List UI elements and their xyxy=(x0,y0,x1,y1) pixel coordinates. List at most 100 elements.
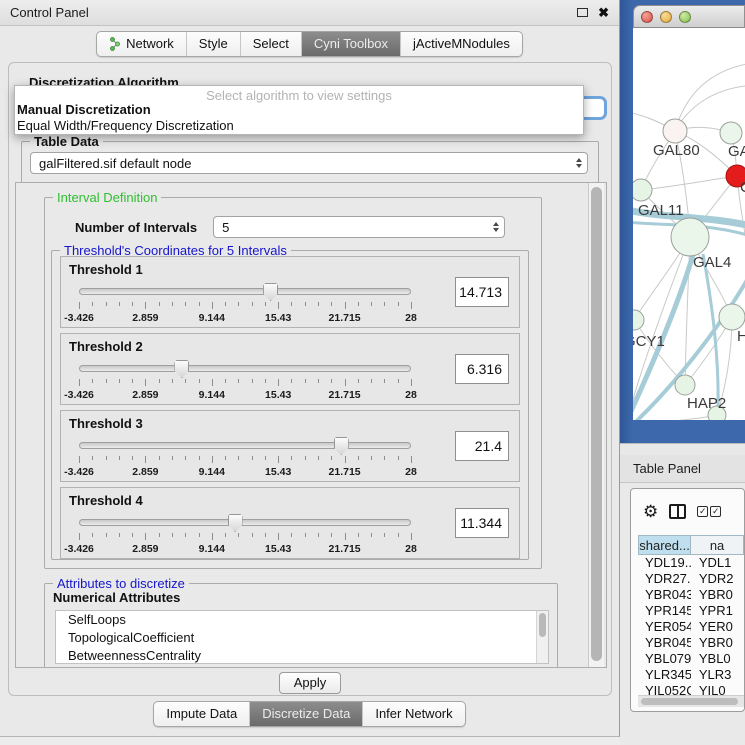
threshold-slider[interactable]: -3.4262.8599.14415.4321.71528 xyxy=(79,439,411,481)
cell-name[interactable]: YBL0 xyxy=(691,651,744,667)
top-tab-style[interactable]: Style xyxy=(186,32,240,56)
attribute-list-item[interactable]: SelfLoops xyxy=(56,611,548,629)
cell-shared-name[interactable]: YPR145W xyxy=(638,603,691,619)
column-header-shared-name[interactable]: shared... xyxy=(638,535,691,555)
table-row[interactable]: YDL19...YDL1 xyxy=(638,555,744,571)
cell-shared-name[interactable]: YBR045C xyxy=(638,635,691,651)
table-row[interactable]: YDR27...YDR2 xyxy=(638,571,744,587)
slider-tick xyxy=(238,533,239,537)
slider-tick xyxy=(331,379,332,383)
apply-button[interactable]: Apply xyxy=(279,672,341,694)
network-canvas[interactable]: GAL80GACGAL11GAL4GCY1HHAP2 xyxy=(633,28,745,420)
network-node[interactable] xyxy=(633,179,652,201)
threshold-value-field[interactable]: 21.4 xyxy=(455,431,509,461)
slider-tick xyxy=(92,456,93,460)
cell-shared-name[interactable]: YBL079W xyxy=(638,651,691,667)
viewport-vertical-scrollbar[interactable] xyxy=(588,183,604,667)
cell-name[interactable]: YLR3 xyxy=(691,667,744,683)
cell-shared-name[interactable]: YER054C xyxy=(638,619,691,635)
table-row[interactable]: YPR145WYPR1 xyxy=(638,603,744,619)
slider-tick-label: -3.426 xyxy=(64,389,94,401)
slider-tick xyxy=(79,456,80,463)
checkbox-icon[interactable]: ✓ xyxy=(710,506,721,517)
top-tab-network[interactable]: Network xyxy=(97,32,186,56)
cell-shared-name[interactable]: YLR345W xyxy=(638,667,691,683)
cell-shared-name[interactable]: YDR27... xyxy=(638,571,691,587)
column-header-name[interactable]: na xyxy=(691,535,744,555)
number-of-intervals-combobox[interactable]: 5 xyxy=(213,216,505,238)
table-row[interactable]: YER054CYER0 xyxy=(638,619,744,635)
dropdown-option-equal-width-frequency[interactable]: Equal Width/Frequency Discretization xyxy=(15,118,583,134)
slider-handle[interactable] xyxy=(334,437,349,455)
table-data-combobox[interactable]: galFiltered.sif default node xyxy=(30,152,588,174)
network-node[interactable] xyxy=(671,218,709,256)
slider-tick xyxy=(345,379,346,386)
network-edge[interactable] xyxy=(641,176,737,190)
network-edge[interactable] xyxy=(633,415,717,420)
slider-tick xyxy=(291,533,292,537)
slider-track[interactable] xyxy=(79,519,411,526)
table-row[interactable]: YBL079WYBL0 xyxy=(638,651,744,667)
bottom-tab-discretize-data[interactable]: Discretize Data xyxy=(249,702,362,726)
float-window-icon[interactable] xyxy=(577,8,588,17)
interval-definition-group-title: Interval Definition xyxy=(53,190,161,205)
table-horizontal-scrollbar[interactable] xyxy=(638,695,744,707)
slider-tick-label: 9.144 xyxy=(199,543,225,555)
network-edge[interactable] xyxy=(675,64,745,131)
cell-shared-name[interactable]: YDL19... xyxy=(638,555,691,571)
combo-stepper-icon xyxy=(493,217,499,237)
checkbox-icon[interactable]: ✓ xyxy=(697,506,708,517)
slider-tick xyxy=(278,302,279,309)
dropdown-option-manual-discretization[interactable]: Manual Discretization xyxy=(15,102,583,118)
bottom-tab-impute-data[interactable]: Impute Data xyxy=(154,702,249,726)
attribute-list-item[interactable]: BetweennessCentrality xyxy=(56,647,548,664)
network-node[interactable] xyxy=(719,304,745,330)
table-row[interactable]: YLR345WYLR3 xyxy=(638,667,744,683)
table-toolbar: ⚙ ✓ ✓ xyxy=(631,489,744,533)
columns-icon[interactable] xyxy=(669,504,686,519)
cell-name[interactable]: YBR0 xyxy=(691,587,744,603)
slider-handle[interactable] xyxy=(263,283,278,301)
slider-track[interactable] xyxy=(79,442,411,449)
cell-name[interactable]: YPR1 xyxy=(691,603,744,619)
network-node[interactable] xyxy=(663,119,687,143)
threshold-value-field[interactable]: 14.713 xyxy=(455,277,509,307)
top-tab-jactivemnodules[interactable]: jActiveMNodules xyxy=(400,32,522,56)
gear-icon[interactable]: ⚙ xyxy=(643,503,658,520)
network-node[interactable] xyxy=(633,310,644,330)
network-node[interactable] xyxy=(675,375,695,395)
cell-name[interactable]: YER0 xyxy=(691,619,744,635)
slider-track[interactable] xyxy=(79,365,411,372)
cell-name[interactable]: YBR0 xyxy=(691,635,744,651)
mac-zoom-button[interactable] xyxy=(679,11,691,23)
close-icon[interactable]: ✖ xyxy=(598,6,609,19)
threshold-value-field[interactable]: 6.316 xyxy=(455,354,509,384)
network-node[interactable] xyxy=(720,122,742,144)
bottom-tab-infer-network[interactable]: Infer Network xyxy=(362,702,464,726)
table-row[interactable]: YBR043CYBR0 xyxy=(638,587,744,603)
cell-name[interactable]: YDR2 xyxy=(691,571,744,587)
network-desktop: GAL80GACGAL11GAL4GCY1HHAP2 Table Panel ⚙… xyxy=(620,0,745,745)
dropdown-placeholder-option[interactable]: Select algorithm to view settings xyxy=(15,86,583,102)
threshold-value-field[interactable]: 11.344 xyxy=(455,508,509,538)
top-tab-select[interactable]: Select xyxy=(240,32,301,56)
top-tab-cyni-toolbox[interactable]: Cyni Toolbox xyxy=(301,32,400,56)
threshold-slider[interactable]: -3.4262.8599.14415.4321.71528 xyxy=(79,285,411,327)
interval-definition-group: Interval Definition Number of Intervals … xyxy=(44,197,542,569)
slider-handle[interactable] xyxy=(228,514,243,532)
slider-tick xyxy=(345,302,346,309)
tab-label: jActiveMNodules xyxy=(413,36,510,51)
mac-close-button[interactable] xyxy=(641,11,653,23)
mac-minimize-button[interactable] xyxy=(660,11,672,23)
table-row[interactable]: YBR045CYBR0 xyxy=(638,635,744,651)
app-root: Control Panel ✖ NetworkStyleSelectCyni T… xyxy=(0,0,745,745)
threshold-slider[interactable]: -3.4262.8599.14415.4321.71528 xyxy=(79,516,411,558)
slider-track[interactable] xyxy=(79,288,411,295)
attribute-list-item[interactable]: TopologicalCoefficient xyxy=(56,629,548,647)
slider-handle[interactable] xyxy=(174,360,189,378)
threshold-slider[interactable]: -3.4262.8599.14415.4321.71528 xyxy=(79,362,411,404)
cell-name[interactable]: YDL1 xyxy=(691,555,744,571)
slider-tick xyxy=(331,302,332,306)
cell-shared-name[interactable]: YBR043C xyxy=(638,587,691,603)
attributes-list-scrollbar[interactable] xyxy=(536,611,548,663)
